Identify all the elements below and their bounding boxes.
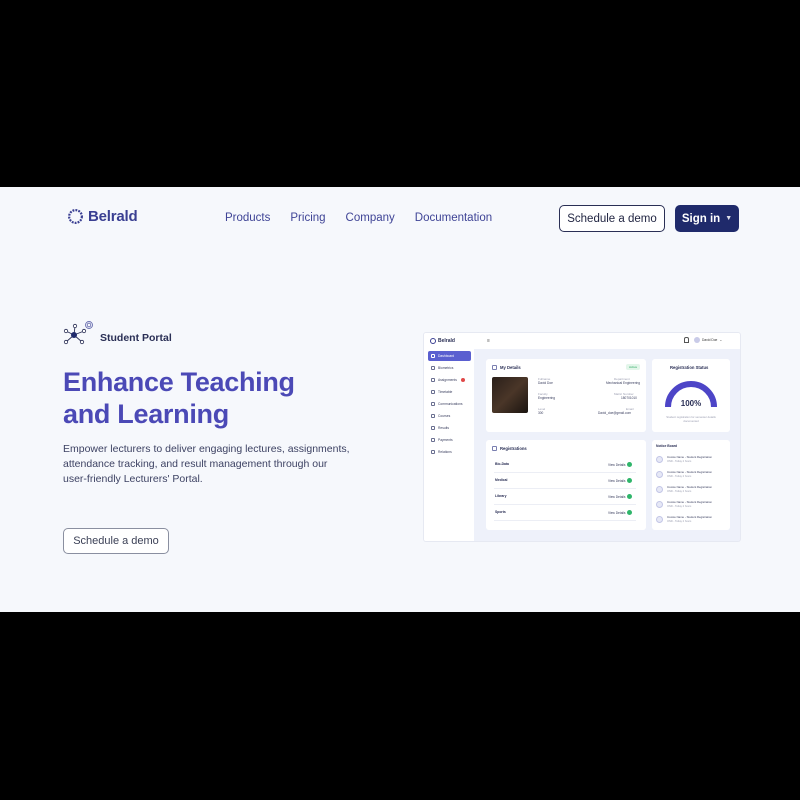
bell-icon[interactable] xyxy=(684,337,689,343)
menu-toggle-icon[interactable]: ≡ xyxy=(487,338,490,344)
list-item[interactable]: Invoice Name - Student Registration OND -… xyxy=(656,514,728,529)
registration-note: Student registration for semester detail… xyxy=(666,415,716,423)
check-icon xyxy=(627,478,633,483)
view-details-link[interactable]: View Details xyxy=(608,510,633,515)
menu-item-courses[interactable]: Courses xyxy=(428,411,471,421)
dashboard-sidebar: Belrald Dashboard Biometrics Assignments… xyxy=(424,333,474,541)
registration-row: Library View Details xyxy=(494,489,636,505)
view-details-link[interactable]: View Details xyxy=(608,478,633,483)
dashboard-logo: Belrald xyxy=(430,338,455,344)
menu-item-communications[interactable]: Communications xyxy=(428,399,471,409)
nav-company[interactable]: Company xyxy=(346,212,395,224)
list-item[interactable]: Invoice Name - Student Registration OND -… xyxy=(656,499,728,514)
user-menu[interactable]: David Doe ⌄ xyxy=(694,337,722,343)
status-badge: Active xyxy=(626,364,641,370)
calendar-icon xyxy=(431,390,435,394)
notification-badge xyxy=(460,378,465,382)
list-item[interactable]: Invoice Name - Student Registration OND -… xyxy=(656,469,728,484)
nav-documentation[interactable]: Documentation xyxy=(415,212,492,224)
menu-item-relations[interactable]: Relations xyxy=(428,447,471,457)
registrations-title: Registrations xyxy=(492,446,527,451)
mail-icon xyxy=(431,402,435,406)
main-nav: Products Pricing Company Documentation xyxy=(225,212,512,224)
avatar xyxy=(656,471,663,478)
chevron-down-icon: ▼ xyxy=(725,215,733,222)
check-icon xyxy=(627,510,633,515)
brand-logo[interactable]: Belrald xyxy=(67,208,138,225)
registrations-card: Registrations Bio-Data View Details Medi… xyxy=(486,440,646,530)
logo-ring-icon xyxy=(68,209,83,224)
menu-item-results[interactable]: Results xyxy=(428,423,471,433)
wallet-icon xyxy=(431,438,435,442)
menu-item-assignments[interactable]: Assignments xyxy=(428,375,471,385)
users-icon xyxy=(431,450,435,454)
hero-title: Enhance Teaching and Learning xyxy=(63,366,363,430)
check-icon xyxy=(627,462,633,467)
menu-item-dashboard[interactable]: Dashboard xyxy=(428,351,471,361)
menu-item-timetable[interactable]: Timetable xyxy=(428,387,471,397)
avatar xyxy=(656,486,663,493)
registration-row: Bio-Data View Details xyxy=(494,457,636,473)
chart-icon xyxy=(431,426,435,430)
hero-schedule-demo-button[interactable]: Schedule a demo xyxy=(63,528,169,554)
network-nodes-icon xyxy=(63,321,93,345)
notice-board-title: Notice Board xyxy=(656,444,678,448)
dashboard-menu: Dashboard Biometrics Assignments Timetab… xyxy=(428,351,471,459)
id-card-icon xyxy=(492,365,497,370)
fingerprint-icon xyxy=(431,366,435,370)
list-item[interactable]: Invoice Name - Student Registration OND -… xyxy=(656,484,728,499)
sign-in-button[interactable]: Sign in ▼ xyxy=(675,205,739,232)
registration-status-card: Registration Status 100% Student registr… xyxy=(652,359,730,432)
view-details-link[interactable]: View Details xyxy=(608,494,633,499)
avatar xyxy=(656,501,663,508)
list-icon xyxy=(492,446,497,451)
registration-row: Sports View Details xyxy=(494,505,636,521)
notice-board-card: Notice Board Invoice Name - Student Regi… xyxy=(652,440,730,530)
view-details-link[interactable]: View Details xyxy=(608,462,633,467)
brand-name: Belrald xyxy=(88,208,138,225)
registration-status-title: Registration Status xyxy=(670,365,709,370)
menu-item-payments[interactable]: Payments xyxy=(428,435,471,445)
my-details-card: My Details Active Fullname David Doe Fac… xyxy=(486,359,646,432)
sign-in-label: Sign in xyxy=(681,212,721,225)
schedule-demo-button[interactable]: Schedule a demo xyxy=(559,205,665,232)
profile-photo xyxy=(492,377,528,413)
hero-description: Empower lecturers to deliver engaging le… xyxy=(63,443,350,485)
menu-item-biometrics[interactable]: Biometrics xyxy=(428,363,471,373)
avatar xyxy=(656,456,663,463)
eyebrow-label: Student Portal xyxy=(100,332,172,344)
registration-percent: 100% xyxy=(680,399,702,408)
avatar xyxy=(656,516,663,523)
avatar xyxy=(694,337,700,343)
hero-title-line2: and Learning xyxy=(63,399,229,429)
dashboard-preview: Belrald Dashboard Biometrics Assignments… xyxy=(424,333,740,541)
check-icon xyxy=(627,494,633,499)
nav-pricing[interactable]: Pricing xyxy=(290,212,325,224)
hero-title-line1: Enhance Teaching xyxy=(63,367,295,397)
grid-icon xyxy=(431,354,435,358)
clipboard-icon xyxy=(431,378,435,382)
nav-products[interactable]: Products xyxy=(225,212,270,224)
list-item[interactable]: Invoice Name - Student Registration OND -… xyxy=(656,454,728,469)
book-icon xyxy=(431,414,435,418)
registration-row: Medical View Details xyxy=(494,473,636,489)
my-details-title: My Details xyxy=(492,365,521,370)
